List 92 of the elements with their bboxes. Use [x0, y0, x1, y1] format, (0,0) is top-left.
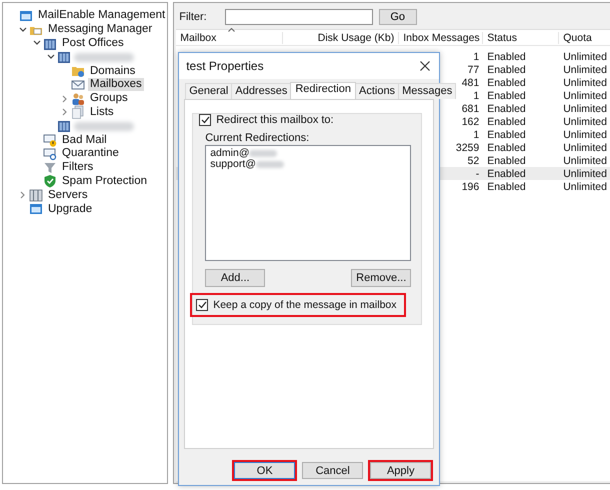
table-cell: 1 — [473, 90, 480, 102]
mailbox-cabinet-icon — [43, 36, 57, 50]
table-cell: 196 — [462, 180, 480, 192]
tab[interactable]: Messages — [398, 83, 456, 99]
table-cell: Unlimited — [563, 154, 607, 166]
table-cell: Unlimited — [563, 76, 607, 88]
checkbox[interactable] — [196, 299, 208, 311]
filter-label: Filter: — [179, 11, 207, 23]
filter-field[interactable] — [224, 9, 373, 25]
table-cell: Unlimited — [563, 116, 607, 128]
tree-item[interactable]: Quarantine — [60, 147, 121, 160]
column-header[interactable]: Inbox Messages — [399, 32, 484, 44]
window-icon — [19, 8, 33, 23]
expanded-chevron-icon[interactable] — [33, 40, 41, 46]
documents-icon — [71, 105, 85, 120]
table-cell: Unlimited — [563, 50, 607, 62]
tree-item[interactable]: MailEnable Management — [36, 9, 168, 22]
expanded-chevron-icon[interactable] — [19, 26, 27, 33]
tree-item[interactable]: Upgrade — [46, 202, 94, 216]
expanded-chevron-icon[interactable] — [47, 54, 55, 60]
tree-item[interactable]: Bad Mail — [60, 134, 109, 147]
collapsed-chevron-icon[interactable] — [62, 94, 68, 103]
dialog-button[interactable]: Cancel — [302, 462, 364, 479]
window-icon — [29, 202, 43, 216]
table-cell: Enabled — [487, 142, 526, 154]
go-button[interactable]: Go — [378, 9, 417, 25]
table-cell: 681 — [462, 102, 480, 114]
table-cell: Enabled — [487, 90, 526, 102]
table-cell: 77 — [468, 64, 480, 76]
table-cell: Enabled — [487, 180, 526, 192]
table-cell: Unlimited — [563, 90, 607, 102]
collapsed-chevron-icon[interactable] — [20, 191, 26, 200]
tree-item[interactable]: Lists — [88, 106, 116, 119]
column-header[interactable]: Quota — [559, 32, 610, 44]
column-header[interactable]: Status — [483, 32, 560, 44]
table-cell: Enabled — [487, 50, 526, 62]
filter-icon — [43, 160, 57, 175]
checkbox-label[interactable]: Redirect this mailbox to: — [216, 114, 334, 126]
shield-icon — [43, 174, 57, 188]
envelope-warning-icon — [43, 133, 57, 148]
table-cell: 162 — [462, 116, 480, 128]
tree-item[interactable]: Mailboxes — [88, 78, 144, 92]
tree-item[interactable]: Spam Protection — [60, 174, 150, 188]
checkbox-label[interactable]: Keep a copy of the message in mailbox — [213, 299, 396, 311]
table-cell: Enabled — [487, 64, 526, 76]
list-label: Current Redirections: — [205, 132, 310, 144]
tree-item[interactable]: Post Offices — [60, 36, 126, 50]
list-entry[interactable]: admin@ — [210, 148, 250, 159]
checkbox[interactable] — [199, 114, 212, 126]
people-icon — [71, 92, 85, 106]
mailbox-cabinet-icon — [57, 119, 71, 134]
tree-item[interactable]: Servers — [46, 188, 90, 202]
dialog-title: test Properties — [186, 59, 264, 73]
dialog-button[interactable]: Apply — [370, 462, 432, 479]
table-cell: Enabled — [487, 168, 526, 180]
table-cell: - — [476, 168, 480, 180]
table-cell: Unlimited — [563, 168, 607, 180]
column-header[interactable]: Mailbox — [176, 32, 284, 44]
folder-globe-icon — [71, 64, 85, 78]
table-cell: 1 — [473, 50, 480, 62]
table-cell: 52 — [468, 154, 480, 166]
envelope-search-icon — [43, 146, 57, 161]
table-cell: Unlimited — [563, 180, 607, 192]
tab[interactable]: Redirection — [290, 82, 356, 99]
tree-item[interactable]: Messaging Manager — [46, 23, 154, 36]
table-cell: Enabled — [487, 116, 526, 128]
tree-item[interactable]: Domains — [88, 64, 138, 78]
server-icon — [29, 188, 43, 202]
table-cell: 1 — [473, 128, 480, 140]
table-cell: Unlimited — [563, 142, 607, 154]
list-button[interactable]: Remove... — [351, 269, 412, 287]
sort-icon — [228, 28, 236, 32]
table-cell: Unlimited — [563, 128, 607, 140]
tree-item[interactable]: Groups — [88, 92, 130, 106]
table-cell: 3259 — [456, 142, 480, 154]
mailbox-cabinet-icon — [57, 50, 71, 64]
collapsed-chevron-icon[interactable] — [62, 108, 68, 116]
tree-item[interactable]: Filters — [60, 161, 96, 174]
table-cell: Enabled — [487, 154, 526, 166]
table-cell: 481 — [462, 76, 480, 88]
envelope-icon — [71, 78, 85, 92]
table-cell: Enabled — [487, 76, 526, 88]
table-cell: Enabled — [487, 102, 526, 114]
tab[interactable]: General — [185, 83, 232, 99]
list-button[interactable]: Add... — [205, 269, 266, 287]
column-header[interactable]: Disk Usage (Kb) — [283, 32, 400, 44]
table-cell: Enabled — [487, 128, 526, 140]
dialog-button[interactable]: OK — [234, 462, 296, 479]
table-cell: Unlimited — [563, 64, 607, 76]
table-cell: Unlimited — [563, 102, 607, 114]
redirections-list[interactable]: admin@ support@ — [205, 145, 412, 261]
list-entry[interactable]: support@ — [210, 159, 256, 170]
